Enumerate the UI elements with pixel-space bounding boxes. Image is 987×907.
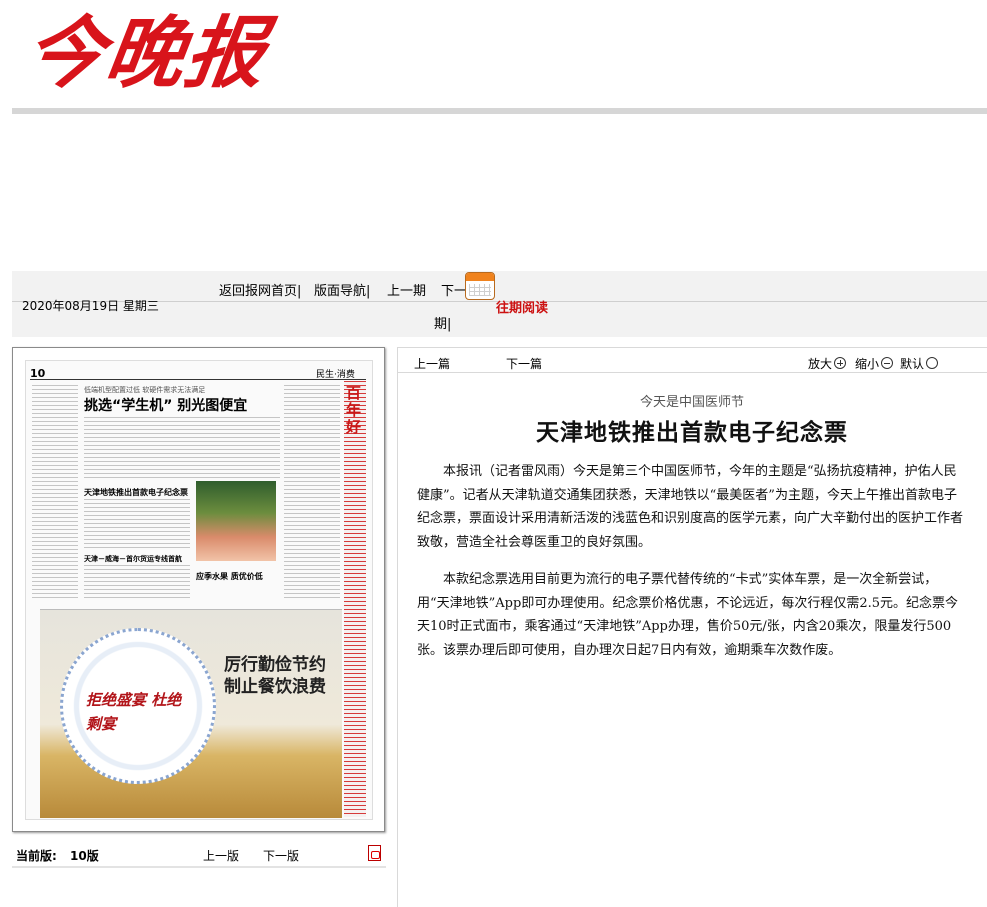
masthead-divider xyxy=(12,108,987,114)
thumb-headline[interactable]: 挑选“学生机” 别光图便宜 xyxy=(84,395,247,415)
newspaper-logo[interactable]: 今晚报 xyxy=(20,8,273,100)
thumb-text-column xyxy=(84,499,190,551)
next-issue-label-tail: 期 xyxy=(434,317,448,332)
thumb-article-metro-ticket[interactable]: 天津地铁推出首款电子纪念票 xyxy=(84,487,188,498)
thumb-text-column xyxy=(32,385,78,600)
page-thumbnail[interactable]: 10 民生·消费 低端机型配置过低 软硬件需求无法满足 挑选“学生机” 别光图便… xyxy=(25,360,373,820)
plus-circle-icon xyxy=(834,357,847,369)
home-link[interactable]: 返回报网首页| xyxy=(219,280,301,299)
thumb-fruit-photo xyxy=(196,481,276,561)
layout-nav-label: 版面导航 xyxy=(314,284,367,299)
next-issue-link[interactable]: 下一 xyxy=(441,280,467,299)
calendar-icon[interactable] xyxy=(465,272,495,300)
article-body: 本报讯（记者雷风雨）今天是第三个中国医师节，今年的主题是“弘扬抗疫精神，护佑人民… xyxy=(417,460,968,676)
next-page-link[interactable]: 下一版 xyxy=(263,847,299,864)
minus-circle-icon xyxy=(881,357,894,369)
thumb-article-fruit[interactable]: 应季水果 质优价低 xyxy=(196,571,263,582)
left-panel-divider xyxy=(12,866,386,868)
masthead: 今晚报 xyxy=(12,0,987,108)
article-toolbar-divider xyxy=(397,372,987,373)
past-issues-link[interactable]: 往期阅读 xyxy=(496,297,548,316)
thumb-text-column xyxy=(84,417,280,481)
zoom-reset-button[interactable]: 默认 xyxy=(900,355,939,372)
thumb-side-title: 百年好 xyxy=(346,384,362,436)
article-paragraph: 本款纪念票选用目前更为流行的电子票代替传统的“卡式”实体车票，是一次全新尝试，用… xyxy=(417,572,958,658)
next-article-link[interactable]: 下一篇 xyxy=(506,355,542,372)
home-link-label: 返回报网首页 xyxy=(219,284,298,299)
current-page-value: 10版 xyxy=(70,849,99,863)
prev-page-link[interactable]: 上一版 xyxy=(203,847,239,864)
article-subhead: 今天是中国医师节 xyxy=(639,395,744,410)
page-thumbnail-frame: 10 民生·消费 低端机型配置过低 软硬件需求无法满足 挑选“学生机” 别光图便… xyxy=(12,347,385,832)
current-page-label: 当前版: xyxy=(16,849,57,863)
thumb-headline-kicker: 低端机型配置过低 软硬件需求无法满足 xyxy=(84,386,206,394)
layout-nav-link[interactable]: 版面导航| xyxy=(314,280,370,299)
zoom-in-button[interactable]: 放大 xyxy=(808,355,847,372)
article-paragraph: 本报讯（记者雷风雨）今天是第三个中国医师节，今年的主题是“弘扬抗疫精神，护佑人民… xyxy=(417,464,964,550)
thumb-text-column xyxy=(84,565,190,601)
zoom-in-label: 放大 xyxy=(808,357,833,371)
next-issue-link-wrap[interactable]: 期| xyxy=(434,313,451,332)
thumb-side-listing xyxy=(344,381,366,817)
zoom-out-label: 缩小 xyxy=(855,357,880,371)
zoom-out-button[interactable]: 缩小 xyxy=(855,355,894,372)
ad-slogan-line2: 制止餐饮浪费 xyxy=(224,677,326,697)
thumb-article-shipping[interactable]: 天津－威海－首尔货运专线首航 xyxy=(84,554,182,564)
pdf-download-icon[interactable] xyxy=(368,845,381,861)
zoom-reset-label: 默认 xyxy=(900,357,925,371)
ad-seal-text: 拒绝盛宴 杜绝剩宴 xyxy=(86,691,182,733)
calendar-icon-header xyxy=(466,273,494,281)
prev-issue-link[interactable]: 上一期 xyxy=(387,280,426,299)
thumb-public-ad: 拒绝盛宴 杜绝剩宴 厉行勤俭节约 制止餐饮浪费 xyxy=(40,609,342,818)
circle-icon xyxy=(926,357,939,369)
issue-date: 2020年08月19日 星期三 xyxy=(22,299,159,313)
thumb-header-rule xyxy=(30,379,366,380)
prev-article-link[interactable]: 上一篇 xyxy=(414,355,450,372)
thumb-text-column xyxy=(284,385,340,600)
article-headline: 天津地铁推出首款电子纪念票 xyxy=(536,420,848,446)
calendar-icon-grid xyxy=(469,284,491,296)
